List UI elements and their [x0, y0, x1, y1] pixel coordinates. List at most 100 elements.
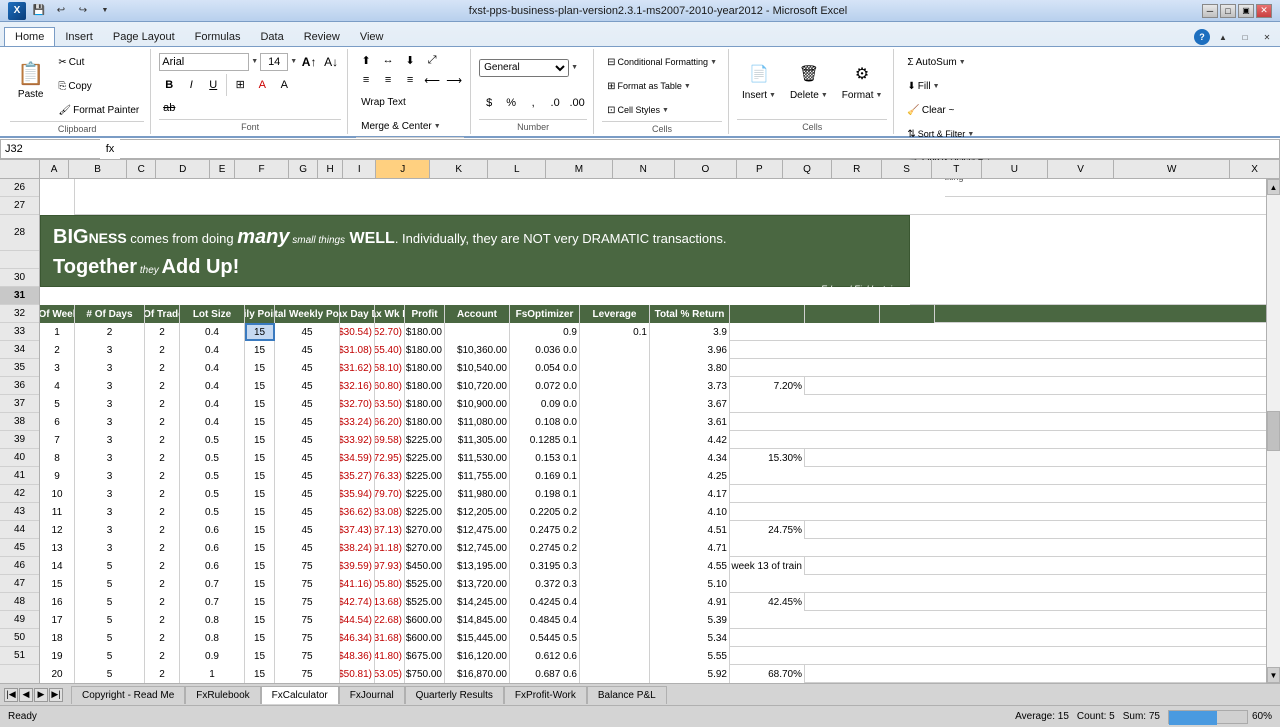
conditional-formatting-button[interactable]: ⊟ Conditional Formatting ▼	[602, 51, 722, 73]
cell-0-row42[interactable]: 11	[40, 503, 75, 521]
cell-6-row41[interactable]: ($35.94)	[340, 485, 375, 503]
row-51[interactable]: 51	[0, 647, 39, 665]
col-m[interactable]: M	[546, 160, 612, 178]
cell-5-row51[interactable]: 75	[275, 665, 340, 683]
cell-11-row33[interactable]	[580, 341, 650, 359]
col-e[interactable]: E	[210, 160, 235, 178]
row-39[interactable]: 39	[0, 431, 39, 449]
row-30[interactable]: 30	[0, 269, 39, 287]
cell-3-row38[interactable]: 0.5	[180, 431, 245, 449]
cell-9-row47[interactable]: $14,245.00	[445, 593, 510, 611]
cell-12-row51[interactable]: 5.92	[650, 665, 730, 683]
cell-5-row36[interactable]: 45	[275, 395, 340, 413]
cell-10-row39[interactable]: 0.153 0.1	[510, 449, 580, 467]
cell-1-row34[interactable]: 3	[75, 359, 145, 377]
tab-home[interactable]: Home	[4, 27, 55, 46]
cell-2-row37[interactable]: 2	[145, 413, 180, 431]
cell-8-row37[interactable]: $180.00	[405, 413, 445, 431]
cell-1-row48[interactable]: 5	[75, 611, 145, 629]
cell-l31[interactable]: FsOptimizer	[510, 305, 580, 323]
cell-0-row40[interactable]: 9	[40, 467, 75, 485]
cell-5-row50[interactable]: 75	[275, 647, 340, 665]
ribbon-restore-button[interactable]: □	[1236, 28, 1254, 46]
zoom-slider[interactable]	[1168, 710, 1248, 724]
cell-6-row40[interactable]: ($35.27)	[340, 467, 375, 485]
cell-6-row32[interactable]: ($30.54)	[340, 323, 375, 341]
cell-d31[interactable]: # Of Trades	[145, 305, 180, 323]
font-color-button[interactable]: A	[274, 76, 294, 94]
row-43[interactable]: 43	[0, 503, 39, 521]
cell-11-row41[interactable]	[580, 485, 650, 503]
wrap-text-button[interactable]: Wrap Text	[356, 91, 411, 113]
cell-0-row36[interactable]: 5	[40, 395, 75, 413]
tab-formulas[interactable]: Formulas	[185, 28, 251, 46]
cell-6-row38[interactable]: ($33.92)	[340, 431, 375, 449]
cell-8-row50[interactable]: $675.00	[405, 647, 445, 665]
cell-11-row46[interactable]	[580, 575, 650, 593]
align-bottom-button[interactable]: ⬇	[400, 51, 420, 69]
cell-9-row42[interactable]: $12,205.00	[445, 503, 510, 521]
cell-3-row39[interactable]: 0.5	[180, 449, 245, 467]
cell-1-row46[interactable]: 5	[75, 575, 145, 593]
cell-6-row39[interactable]: ($34.59)	[340, 449, 375, 467]
cell-4-row39[interactable]: 15	[245, 449, 275, 467]
cell-0-row35[interactable]: 4	[40, 377, 75, 395]
cell-12-row43[interactable]: 4.51	[650, 521, 730, 539]
cell-4-row49[interactable]: 15	[245, 629, 275, 647]
cell-10-row47[interactable]: 0.4245 0.4	[510, 593, 580, 611]
cell-5-row32[interactable]: 45	[275, 323, 340, 341]
col-f[interactable]: F	[235, 160, 289, 178]
cell-12-row47[interactable]: 4.91	[650, 593, 730, 611]
cell-13-row35[interactable]: 7.20%	[730, 377, 805, 395]
col-x[interactable]: X	[1230, 160, 1280, 178]
cell-7-row42[interactable]: ($183.08)	[375, 503, 405, 521]
minimize-button[interactable]: ─	[1202, 4, 1218, 18]
cell-7-row43[interactable]: ($187.13)	[375, 521, 405, 539]
cell-3-row48[interactable]: 0.8	[180, 611, 245, 629]
vertical-scrollbar[interactable]: ▲ ▼	[1266, 179, 1280, 683]
comma-button[interactable]: ,	[523, 94, 543, 112]
cell-1-row49[interactable]: 5	[75, 629, 145, 647]
cell-a26[interactable]	[40, 179, 75, 197]
cell-7-row48[interactable]: ($222.68)	[375, 611, 405, 629]
cell-8-row44[interactable]: $270.00	[405, 539, 445, 557]
cell-m31[interactable]: Leverage	[580, 305, 650, 323]
format-painter-button[interactable]: 🖌 Format Painter	[53, 99, 144, 121]
cell-12-row41[interactable]: 4.17	[650, 485, 730, 503]
cell-11-row45[interactable]	[580, 557, 650, 575]
decrease-font-button[interactable]: A↓	[321, 53, 341, 71]
cell-0-row37[interactable]: 6	[40, 413, 75, 431]
insert-button[interactable]: Insert ▼	[737, 84, 781, 106]
borders-button[interactable]: ⊞	[230, 76, 250, 94]
cell-7-row33[interactable]: ($155.40)	[375, 341, 405, 359]
cell-11-row51[interactable]	[580, 665, 650, 683]
cell-11-row32[interactable]: 0.1	[580, 323, 650, 341]
cell-0-row48[interactable]: 17	[40, 611, 75, 629]
cell-11-row38[interactable]	[580, 431, 650, 449]
cell-7-row40[interactable]: ($176.33)	[375, 467, 405, 485]
cell-1-row47[interactable]: 5	[75, 593, 145, 611]
cell-9-row43[interactable]: $12,475.00	[445, 521, 510, 539]
row-46[interactable]: 46	[0, 557, 39, 575]
cell-13-row47[interactable]: 42.45%	[730, 593, 805, 611]
cell-8-row40[interactable]: $225.00	[405, 467, 445, 485]
cell-k31[interactable]: Account	[445, 305, 510, 323]
cell-2-row43[interactable]: 2	[145, 521, 180, 539]
cell-2-row38[interactable]: 2	[145, 431, 180, 449]
cell-9-row32[interactable]	[445, 323, 510, 341]
row-29[interactable]	[0, 251, 39, 269]
col-r[interactable]: R	[832, 160, 882, 178]
cell-6-row42[interactable]: ($36.62)	[340, 503, 375, 521]
cell-i31[interactable]: Max Wk DD	[375, 305, 405, 323]
cell-1-row40[interactable]: 3	[75, 467, 145, 485]
scroll-up[interactable]: ▲	[1267, 179, 1280, 195]
cell-2-row32[interactable]: 2	[145, 323, 180, 341]
cell-0-row50[interactable]: 19	[40, 647, 75, 665]
cell-10-row51[interactable]: 0.687 0.6	[510, 665, 580, 683]
sheet-tab-balance[interactable]: Balance P&L	[587, 686, 667, 704]
cell-7-row36[interactable]: ($163.50)	[375, 395, 405, 413]
cell-9-row51[interactable]: $16,870.00	[445, 665, 510, 683]
cell-c31[interactable]: # Of Days	[75, 305, 145, 323]
row-27[interactable]: 27	[0, 197, 39, 215]
cell-3-row41[interactable]: 0.5	[180, 485, 245, 503]
